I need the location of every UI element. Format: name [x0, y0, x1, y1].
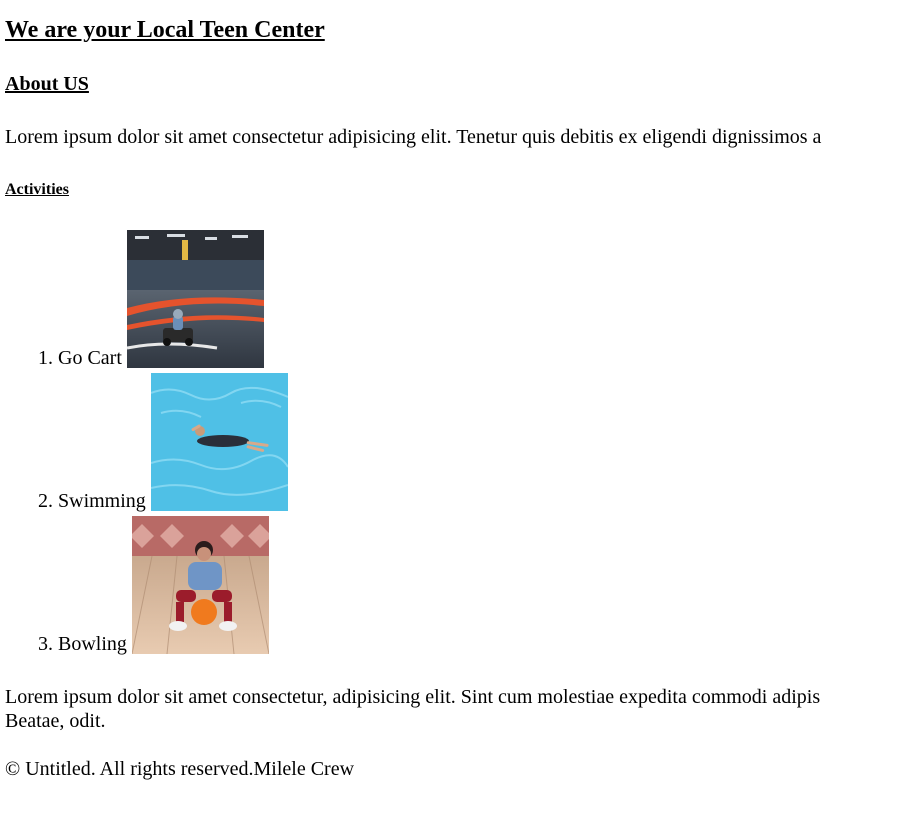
activities-list: 1. Go Cart 2. Swimming 3. Bowling [5, 230, 905, 659]
page: We are your Local Teen Center About US L… [0, 0, 905, 815]
list-item: 3. Bowling [38, 516, 905, 659]
closing-text-line1: Lorem ipsum dolor sit amet consectetur, … [5, 686, 821, 708]
closing-text: Lorem ipsum dolor sit amet consectetur, … [5, 685, 905, 733]
go-cart-photo [126, 230, 264, 368]
list-item-number: 1. [38, 347, 53, 369]
list-item-number: 2. [38, 490, 53, 512]
list-item: 2. Swimming [38, 373, 905, 516]
list-item-number: 3. [38, 633, 53, 655]
list-item-label: Bowling [58, 633, 127, 655]
footer-text: © Untitled. All rights reserved.Milele C… [5, 758, 355, 780]
list-item-label: Swimming [58, 490, 146, 512]
list-item-label: Go Cart [58, 347, 122, 369]
list-item: 1. Go Cart [38, 230, 905, 373]
closing-text-line2: Beatae, odit. [5, 710, 106, 732]
activities-heading: Activities [5, 181, 69, 198]
about-heading: About US [5, 73, 89, 95]
bowling-photo [131, 516, 269, 654]
about-text: Lorem ipsum dolor sit amet consectetur a… [5, 126, 822, 148]
page-title: We are your Local Teen Center [5, 17, 325, 43]
content: We are your Local Teen Center About US L… [0, 0, 905, 781]
swimming-photo [150, 373, 288, 511]
